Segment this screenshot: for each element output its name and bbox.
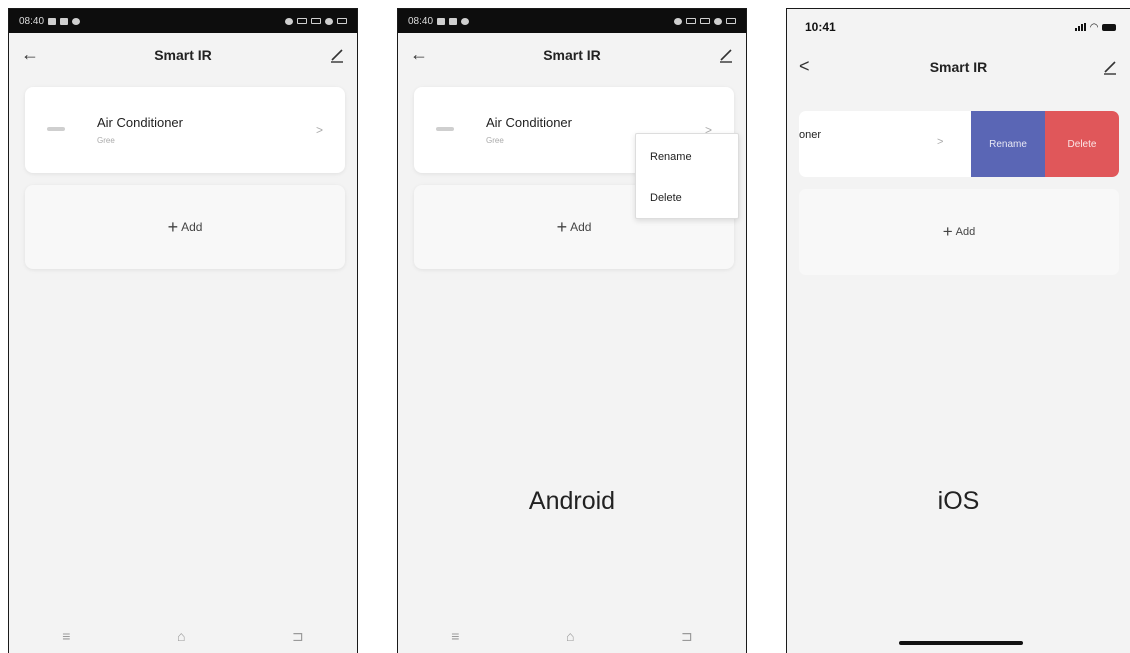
air-conditioner-icon (47, 127, 65, 131)
add-label: Add (955, 226, 976, 238)
app-header: < Smart IR (787, 45, 1130, 89)
battery-icon (337, 18, 347, 24)
back-chevron-icon[interactable]: < (799, 56, 810, 76)
back-arrow-icon[interactable]: ← (410, 44, 428, 64)
status-time: 08:40 (19, 15, 45, 27)
wifi-icon: ◠ (1090, 21, 1098, 33)
notification-icon (461, 17, 470, 25)
status-bar: 10:41 ◠ (787, 9, 1130, 45)
location-icon (674, 17, 682, 25)
menu-nav-icon[interactable]: ≡ (451, 628, 459, 644)
wifi-icon (325, 17, 333, 25)
home-nav-icon[interactable]: ⌂ (177, 628, 185, 644)
menu-item-rename[interactable]: Rename (650, 151, 692, 163)
add-device-button[interactable]: + Add (799, 189, 1119, 275)
back-nav-icon[interactable]: ⊐ (292, 628, 304, 645)
device-card[interactable]: Air Conditioner Gree > (25, 87, 345, 173)
android-nav-bar: ≡ ⌂ ⊐ (398, 619, 746, 653)
context-menu: Rename Delete (635, 133, 739, 219)
wifi-icon (714, 17, 722, 25)
signal-icon (700, 18, 710, 24)
device-brand: Gree (486, 136, 504, 145)
menu-nav-icon[interactable]: ≡ (62, 628, 70, 644)
plus-icon: + (942, 222, 953, 241)
air-conditioner-icon (436, 127, 454, 131)
signal-icon (311, 18, 321, 24)
page-title: Smart IR (929, 59, 988, 75)
android-phone-menu: 08:40 ← Smart IR Air Conditioner Gree > … (397, 8, 747, 653)
device-name: Air Conditioner (97, 115, 183, 130)
battery-icon (1102, 23, 1116, 31)
page-title: Smart IR (154, 47, 212, 63)
location-icon (285, 17, 293, 25)
add-device-button[interactable]: + Add (25, 185, 345, 269)
platform-label: Android (528, 487, 616, 515)
status-bar: 08:40 (9, 9, 357, 33)
back-arrow-icon[interactable]: ← (21, 44, 39, 64)
device-card-swiped[interactable]: oner > Rename Delete (799, 111, 1119, 177)
device-name-partial: oner (799, 129, 822, 141)
signal-icon (1075, 23, 1087, 31)
back-nav-icon[interactable]: ⊐ (681, 628, 693, 645)
plus-icon: + (167, 216, 179, 237)
edit-pencil-icon[interactable] (718, 47, 734, 63)
delete-button[interactable]: Delete (1045, 111, 1119, 177)
chevron-right-icon: > (937, 136, 944, 148)
ios-phone-swipe: 10:41 ◠ < Smart IR oner > Rename Delete … (786, 8, 1130, 653)
page-title: Smart IR (543, 47, 601, 63)
notification-icon (449, 17, 458, 25)
add-label: Add (570, 220, 592, 234)
edit-pencil-icon[interactable] (1102, 59, 1118, 75)
notification-icon (48, 17, 57, 25)
app-header: ← Smart IR (398, 33, 746, 77)
platform-label: iOS (937, 487, 980, 515)
android-nav-bar: ≡ ⌂ ⊐ (9, 619, 357, 653)
chevron-right-icon: > (315, 123, 323, 137)
menu-item-delete[interactable]: Delete (650, 192, 682, 204)
status-time: 10:41 (805, 20, 836, 34)
home-indicator[interactable] (899, 641, 1023, 645)
signal-icon (686, 18, 696, 24)
signal-icon (297, 18, 307, 24)
status-bar: 08:40 (398, 9, 746, 33)
edit-pencil-icon[interactable] (329, 47, 345, 63)
add-label: Add (181, 220, 203, 234)
status-time: 08:40 (408, 15, 434, 27)
battery-icon (726, 18, 736, 24)
home-nav-icon[interactable]: ⌂ (566, 628, 574, 644)
notification-icon (437, 17, 446, 25)
device-brand: Gree (97, 136, 115, 145)
notification-icon (60, 17, 69, 25)
app-header: ← Smart IR (9, 33, 357, 77)
notification-icon (72, 17, 81, 25)
device-name: Air Conditioner (486, 115, 572, 130)
rename-button[interactable]: Rename (971, 111, 1045, 177)
plus-icon: + (556, 216, 568, 237)
android-phone-default: 08:40 ← Smart IR Air Conditioner Gree > … (8, 8, 358, 653)
